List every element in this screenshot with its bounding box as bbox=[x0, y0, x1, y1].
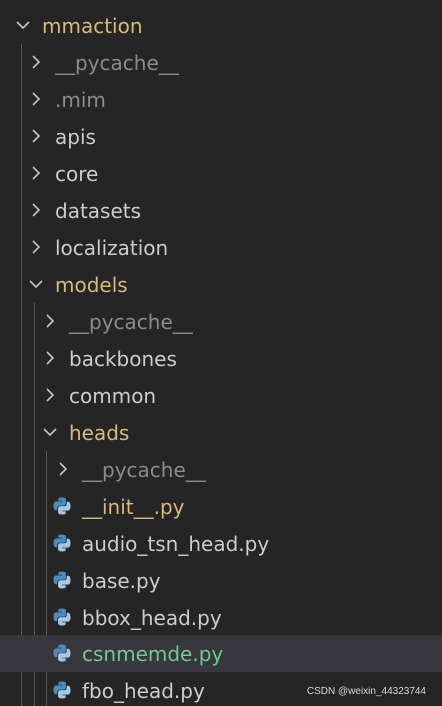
tree-folder-models[interactable]: models bbox=[0, 266, 442, 303]
python-file-icon bbox=[52, 680, 72, 700]
chevron-right-icon bbox=[53, 459, 73, 479]
python-file-icon bbox=[52, 607, 72, 627]
tree-file-csnmemde-py[interactable]: csnmemde.py bbox=[0, 635, 442, 672]
folder-label: models bbox=[55, 273, 128, 297]
tree-folder-backbones[interactable]: backbones bbox=[0, 340, 442, 377]
file-label: audio_tsn_head.py bbox=[82, 532, 270, 556]
tree-file-base-py[interactable]: base.py bbox=[0, 562, 442, 599]
tree-folder-datasets[interactable]: datasets bbox=[0, 192, 442, 229]
tree-folder-heads[interactable]: heads bbox=[0, 414, 442, 451]
tree-folder-common[interactable]: common bbox=[0, 377, 442, 414]
explorer-tree: mmaction __pycache__ .mim apis core data… bbox=[0, 0, 442, 706]
file-label: base.py bbox=[82, 569, 161, 593]
folder-label: mmaction bbox=[42, 14, 143, 38]
tree-file-bbox-head-py[interactable]: bbox_head.py bbox=[0, 599, 442, 636]
folder-label: .mim bbox=[55, 88, 106, 112]
tree-folder-apis[interactable]: apis bbox=[0, 118, 442, 155]
python-file-icon bbox=[52, 496, 72, 516]
folder-label: backbones bbox=[69, 347, 177, 371]
chevron-right-icon bbox=[40, 311, 60, 331]
python-file-icon bbox=[52, 533, 72, 553]
file-label: fbo_head.py bbox=[82, 679, 205, 703]
chevron-down-icon bbox=[26, 274, 46, 294]
file-label: __init__.py bbox=[82, 495, 185, 519]
chevron-right-icon bbox=[40, 385, 60, 405]
file-label: csnmemde.py bbox=[82, 642, 224, 666]
folder-label: core bbox=[55, 162, 99, 186]
chevron-right-icon bbox=[26, 52, 46, 72]
tree-folder-mim[interactable]: .mim bbox=[0, 81, 442, 118]
chevron-down-icon bbox=[13, 15, 33, 35]
tree-folder-mmaction[interactable]: mmaction bbox=[0, 7, 442, 44]
folder-label: __pycache__ bbox=[69, 310, 193, 334]
tree-folder-pycache[interactable]: __pycache__ bbox=[0, 451, 442, 488]
chevron-right-icon bbox=[26, 126, 46, 146]
tree-folder-pycache[interactable]: __pycache__ bbox=[0, 303, 442, 340]
file-label: bbox_head.py bbox=[82, 606, 222, 630]
folder-label: __pycache__ bbox=[55, 51, 179, 75]
python-file-icon bbox=[52, 643, 72, 663]
watermark: CSDN @weixin_44323744 bbox=[306, 686, 426, 697]
tree-folder-core[interactable]: core bbox=[0, 155, 442, 192]
folder-label: heads bbox=[69, 421, 130, 445]
folder-label: common bbox=[69, 384, 157, 408]
tree-file-audio-tsn-head-py[interactable]: audio_tsn_head.py bbox=[0, 525, 442, 562]
tree-file-init-py[interactable]: __init__.py bbox=[0, 488, 442, 525]
python-file-icon bbox=[52, 570, 72, 590]
folder-label: localization bbox=[55, 236, 169, 260]
chevron-right-icon bbox=[26, 237, 46, 257]
folder-label: apis bbox=[55, 125, 96, 149]
chevron-right-icon bbox=[26, 200, 46, 220]
tree-folder-pycache[interactable]: __pycache__ bbox=[0, 44, 442, 81]
chevron-right-icon bbox=[26, 163, 46, 183]
tree-folder-localization[interactable]: localization bbox=[0, 229, 442, 266]
chevron-down-icon bbox=[40, 422, 60, 442]
chevron-right-icon bbox=[26, 89, 46, 109]
chevron-right-icon bbox=[40, 348, 60, 368]
folder-label: __pycache__ bbox=[82, 458, 206, 482]
folder-label: datasets bbox=[55, 199, 142, 223]
